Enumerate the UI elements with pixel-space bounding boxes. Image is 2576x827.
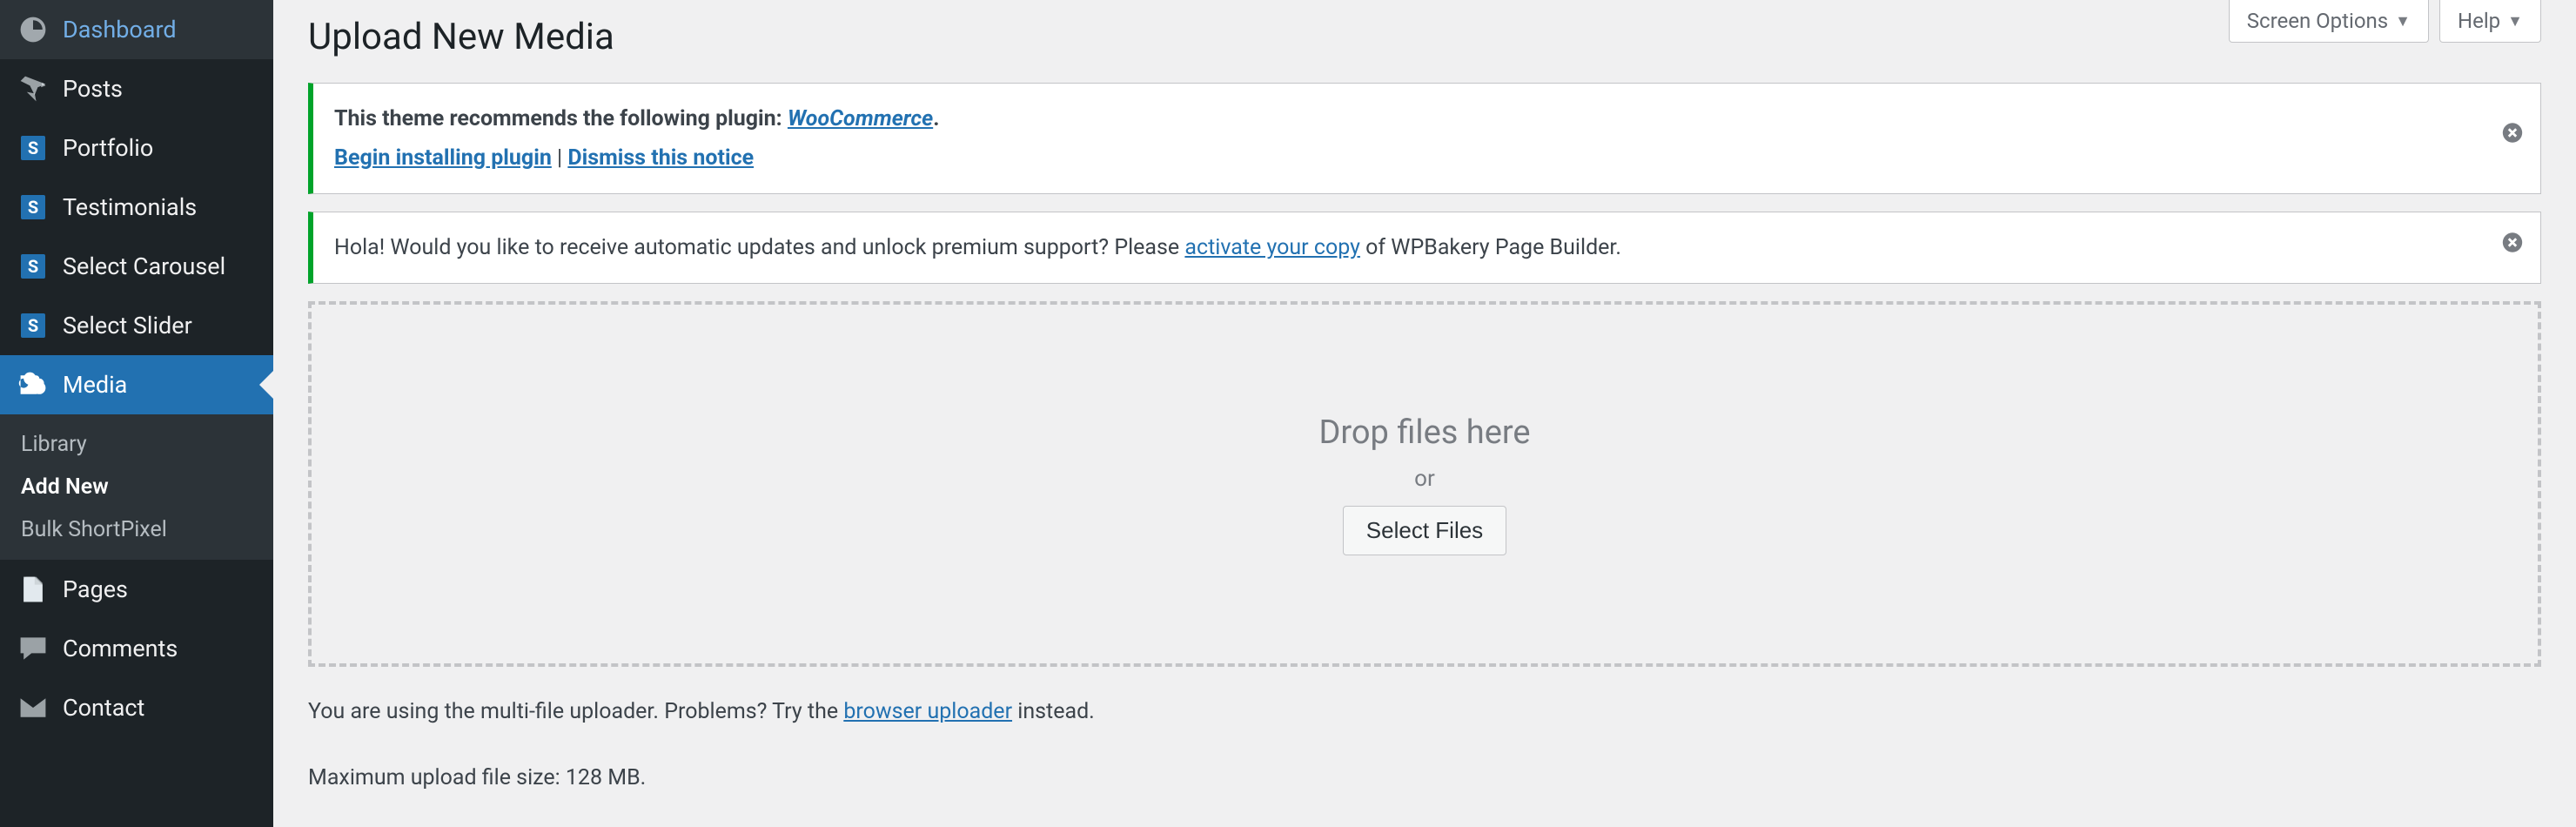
s-icon: S	[17, 310, 49, 341]
sidebar-item-contact[interactable]: Contact	[0, 678, 273, 737]
notice-wpbakery: Hola! Would you like to receive automati…	[308, 212, 2541, 284]
sidebar-item-testimonials[interactable]: S Testimonials	[0, 178, 273, 237]
sidebar-item-label: Media	[63, 371, 127, 399]
chevron-down-icon: ▼	[2507, 12, 2523, 30]
media-icon	[17, 369, 49, 400]
sidebar-item-label: Posts	[63, 75, 123, 103]
upload-dropzone[interactable]: Drop files here or Select Files	[308, 301, 2541, 667]
close-icon[interactable]	[2500, 119, 2525, 158]
separator: |	[552, 145, 568, 171]
screen-meta-tabs: Screen Options ▼ Help ▼	[2229, 0, 2541, 43]
sidebar-item-label: Select Slider	[63, 312, 192, 340]
browser-uploader-link[interactable]: browser uploader	[843, 699, 1012, 724]
sidebar-item-media[interactable]: Media	[0, 355, 273, 414]
sidebar-item-select-slider[interactable]: S Select Slider	[0, 296, 273, 355]
submenu-item-bulk-shortpixel[interactable]: Bulk ShortPixel	[0, 508, 273, 551]
page-icon	[17, 574, 49, 605]
page-title: Upload New Media	[308, 16, 2541, 58]
max-upload-size: Maximum upload file size: 128 MB.	[308, 757, 2541, 799]
sidebar-item-portfolio[interactable]: S Portfolio	[0, 118, 273, 178]
mail-icon	[17, 692, 49, 723]
help-label: Help	[2458, 9, 2500, 33]
screen-options-tab[interactable]: Screen Options ▼	[2229, 0, 2429, 43]
help-tab[interactable]: Help ▼	[2439, 0, 2541, 43]
sidebar-item-label: Pages	[63, 575, 128, 603]
footnote-text: instead.	[1012, 699, 1095, 724]
sidebar-item-label: Comments	[63, 635, 178, 662]
dismiss-notice-link[interactable]: Dismiss this notice	[567, 145, 754, 171]
notice-text: This theme recommends the following plug…	[334, 106, 788, 131]
dropzone-title: Drop files here	[1318, 414, 1530, 452]
select-files-button[interactable]: Select Files	[1343, 506, 1506, 555]
notice-suffix: .	[933, 106, 939, 131]
admin-sidebar: Dashboard Posts S Portfolio S Testimonia…	[0, 0, 273, 827]
main-content: Screen Options ▼ Help ▼ Upload New Media…	[273, 0, 2576, 827]
pin-icon	[17, 73, 49, 104]
sidebar-item-pages[interactable]: Pages	[0, 560, 273, 619]
submenu-item-add-new[interactable]: Add New	[0, 466, 273, 508]
s-icon: S	[17, 132, 49, 164]
submenu-item-library[interactable]: Library	[0, 423, 273, 466]
begin-install-link[interactable]: Begin installing plugin	[334, 145, 552, 171]
sidebar-item-label: Testimonials	[63, 193, 197, 221]
sidebar-item-label: Dashboard	[63, 16, 177, 44]
uploader-footnote: You are using the multi-file uploader. P…	[308, 691, 2541, 733]
footnote-text: You are using the multi-file uploader. P…	[308, 699, 843, 724]
sidebar-item-comments[interactable]: Comments	[0, 619, 273, 678]
sidebar-item-label: Portfolio	[63, 134, 153, 162]
activate-copy-link[interactable]: activate your copy	[1184, 235, 1360, 260]
dashboard-icon	[17, 14, 49, 45]
dropzone-or: or	[1414, 466, 1435, 492]
notice-plugin-recommend: This theme recommends the following plug…	[308, 83, 2541, 194]
plugin-link-woocommerce[interactable]: WooCommerce	[788, 106, 933, 131]
sidebar-item-label: Select Carousel	[63, 252, 225, 280]
chevron-down-icon: ▼	[2395, 12, 2411, 30]
screen-options-label: Screen Options	[2247, 9, 2388, 33]
sidebar-item-dashboard[interactable]: Dashboard	[0, 0, 273, 59]
comment-icon	[17, 633, 49, 664]
sidebar-item-select-carousel[interactable]: S Select Carousel	[0, 237, 273, 296]
sidebar-submenu-media: Library Add New Bulk ShortPixel	[0, 414, 273, 560]
s-icon: S	[17, 192, 49, 223]
close-icon[interactable]	[2500, 228, 2525, 267]
sidebar-item-label: Contact	[63, 694, 144, 722]
s-icon: S	[17, 251, 49, 282]
notice-text: Hola! Would you like to receive automati…	[334, 235, 1184, 260]
sidebar-item-posts[interactable]: Posts	[0, 59, 273, 118]
notice-text: of WPBakery Page Builder.	[1360, 235, 1621, 260]
